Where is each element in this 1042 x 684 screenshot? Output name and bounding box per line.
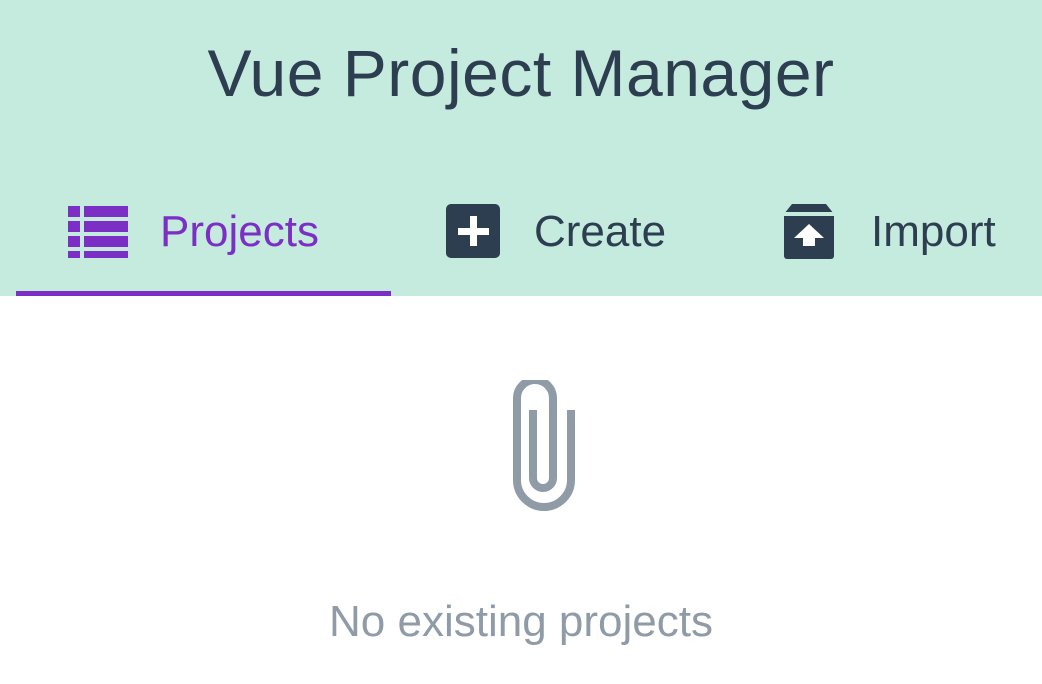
tab-projects-label: Projects bbox=[160, 207, 319, 256]
plus-square-icon bbox=[446, 204, 506, 260]
tab-create-label: Create bbox=[534, 207, 667, 256]
import-box-icon bbox=[782, 204, 842, 260]
empty-state-message: No existing projects bbox=[329, 597, 713, 646]
tab-import-label: Import bbox=[871, 207, 996, 256]
paperclip-icon bbox=[507, 376, 581, 514]
tab-bar: Projects Create Import bbox=[0, 176, 1042, 296]
page-title: Vue Project Manager bbox=[207, 36, 835, 110]
tab-projects[interactable]: Projects bbox=[16, 176, 391, 296]
header: Vue Project Manager Projects Create Impo… bbox=[0, 0, 1042, 296]
list-icon bbox=[68, 204, 128, 260]
tab-create[interactable]: Create bbox=[430, 176, 720, 296]
app-root: Vue Project Manager Projects Create Impo… bbox=[0, 0, 1042, 684]
empty-state: No existing projects bbox=[0, 296, 1042, 684]
tab-import[interactable]: Import bbox=[770, 176, 1042, 296]
